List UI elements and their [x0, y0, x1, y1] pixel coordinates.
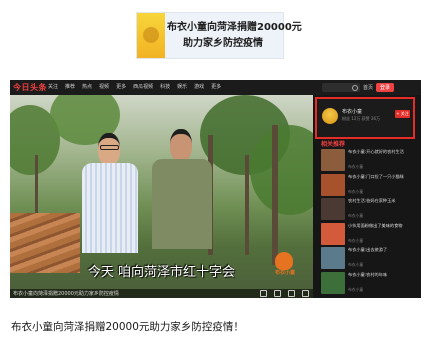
striped-shirt: [82, 163, 138, 253]
author-name[interactable]: 布衣小童: [342, 108, 362, 115]
author-avatar[interactable]: [322, 108, 338, 124]
related-meta: 布衣小童: [348, 188, 364, 194]
fullscreen-icon[interactable]: [302, 290, 309, 297]
related-item[interactable]: 布衣小童:门口捡了一只小猫咪 布衣小童: [321, 173, 417, 198]
site-logo[interactable]: 今日头条: [13, 82, 47, 93]
tree-trunk: [272, 125, 278, 265]
banner-title-line2: 助力家乡防控疫情: [183, 38, 263, 49]
author-card: 布衣小童 粉丝 12万 获赞 36万 + 关注: [315, 97, 415, 139]
related-thumbnail[interactable]: [321, 222, 345, 245]
related-item[interactable]: 农村生活:爸妈在家种玉米 布衣小童: [321, 198, 417, 222]
tree-trunk: [245, 155, 249, 255]
related-title[interactable]: 农村生活:爸妈在家种玉米: [348, 198, 416, 204]
article-caption: 布衣小童向菏泽捐赠20000元助力家乡防控疫情！: [11, 321, 244, 333]
nav-item[interactable]: 更多: [211, 83, 221, 92]
nav-item[interactable]: 娱乐: [177, 83, 187, 92]
nav-item[interactable]: 热点: [82, 83, 92, 92]
related-item[interactable]: 小伙用面粉做出了美味的食物 布衣小童: [321, 222, 417, 247]
glasses: [100, 145, 119, 150]
banner-title-line1: 布衣小童向菏泽捐赠20000元: [167, 22, 302, 33]
green-shirt: [152, 159, 212, 249]
nav-item[interactable]: 关注: [48, 83, 58, 92]
pip-icon[interactable]: [288, 290, 295, 297]
related-thumbnail[interactable]: [321, 247, 345, 269]
video-title-bar: 布衣小童向菏泽捐赠20000元助力家乡防控疫情: [13, 291, 119, 297]
related-thumbnail[interactable]: [321, 271, 345, 294]
nav-item[interactable]: 更多: [116, 83, 126, 92]
watermark-text: 布衣小童: [274, 270, 295, 276]
related-meta: 布衣小童: [348, 262, 364, 267]
video-page-screenshot: 今日头条 关注 推荐 热点 视频 更多 西瓜视频 科技 娱乐 游戏 更多 首页 …: [10, 80, 421, 298]
related-item[interactable]: 布衣小童:农村的年味 布衣小童: [321, 271, 417, 296]
nav-item[interactable]: 西瓜视频: [133, 83, 153, 92]
related-thumbnail[interactable]: [321, 173, 345, 196]
related-thumbnail[interactable]: [321, 198, 345, 220]
related-item[interactable]: 布衣小童:出去旅游了 布衣小童: [321, 247, 417, 271]
related-title[interactable]: 小伙用面粉做出了美味的食物: [348, 223, 416, 229]
nav-right-group: 首页 登录: [322, 82, 395, 93]
nav-item[interactable]: 视频: [99, 83, 109, 92]
related-meta: 布衣小童: [348, 213, 364, 218]
related-title[interactable]: 布衣小童:出去旅游了: [348, 247, 416, 253]
follow-button[interactable]: + 关注: [395, 110, 410, 118]
nav-item[interactable]: 游戏: [194, 83, 204, 92]
related-meta: 布衣小童: [348, 286, 364, 292]
video-controls: 布衣小童向菏泽捐赠20000元助力家乡防控疫情: [10, 289, 313, 298]
article-banner: 布衣小童向菏泽捐赠20000元 助力家乡防控疫情: [136, 12, 302, 59]
login-button[interactable]: 登录: [376, 83, 395, 92]
author-stats: 粉丝 12万 获赞 36万: [342, 116, 380, 121]
related-thumbnail[interactable]: [321, 149, 345, 171]
related-meta: 布衣小童: [348, 164, 364, 169]
related-heading: 相关推荐: [321, 141, 346, 148]
channel-watermark: 布衣小童: [267, 252, 303, 282]
related-meta: 布衣小童: [348, 237, 364, 243]
tree-trunk: [35, 155, 38, 215]
person-right: [150, 129, 214, 279]
nav-item[interactable]: 科技: [160, 83, 170, 92]
banner-logo: [137, 13, 165, 58]
search-input[interactable]: [322, 83, 360, 92]
head: [170, 129, 192, 162]
control-icons: [260, 290, 309, 297]
mascot-icon: [275, 252, 293, 270]
video-sidebar: 布衣小童 粉丝 12万 获赞 36万 + 关注 相关推荐 布衣小童:开心就好的农…: [313, 95, 421, 298]
nav-item[interactable]: 推荐: [65, 83, 75, 92]
related-title[interactable]: 布衣小童:门口捡了一只小猫咪: [348, 174, 416, 180]
home-link[interactable]: 首页: [363, 84, 373, 91]
related-title[interactable]: 布衣小童:开心就好的农村生活: [348, 149, 416, 155]
settings-icon[interactable]: [274, 290, 281, 297]
related-title[interactable]: 布衣小童:农村的年味: [348, 272, 416, 278]
search-icon[interactable]: [352, 84, 358, 91]
related-item[interactable]: 布衣小童:开心就好的农村生活 布衣小童: [321, 149, 417, 173]
volume-icon[interactable]: [260, 290, 267, 297]
top-navbar: 今日头条 关注 推荐 热点 视频 更多 西瓜视频 科技 娱乐 游戏 更多 首页 …: [10, 80, 421, 95]
video-player[interactable]: 今天 咱向菏泽市红十字会 布衣小童 布衣小童向菏泽捐赠20000元助力家乡防控疫…: [10, 95, 313, 298]
nav-menu: 关注 推荐 热点 视频 更多 西瓜视频 科技 娱乐 游戏 更多: [48, 83, 221, 92]
